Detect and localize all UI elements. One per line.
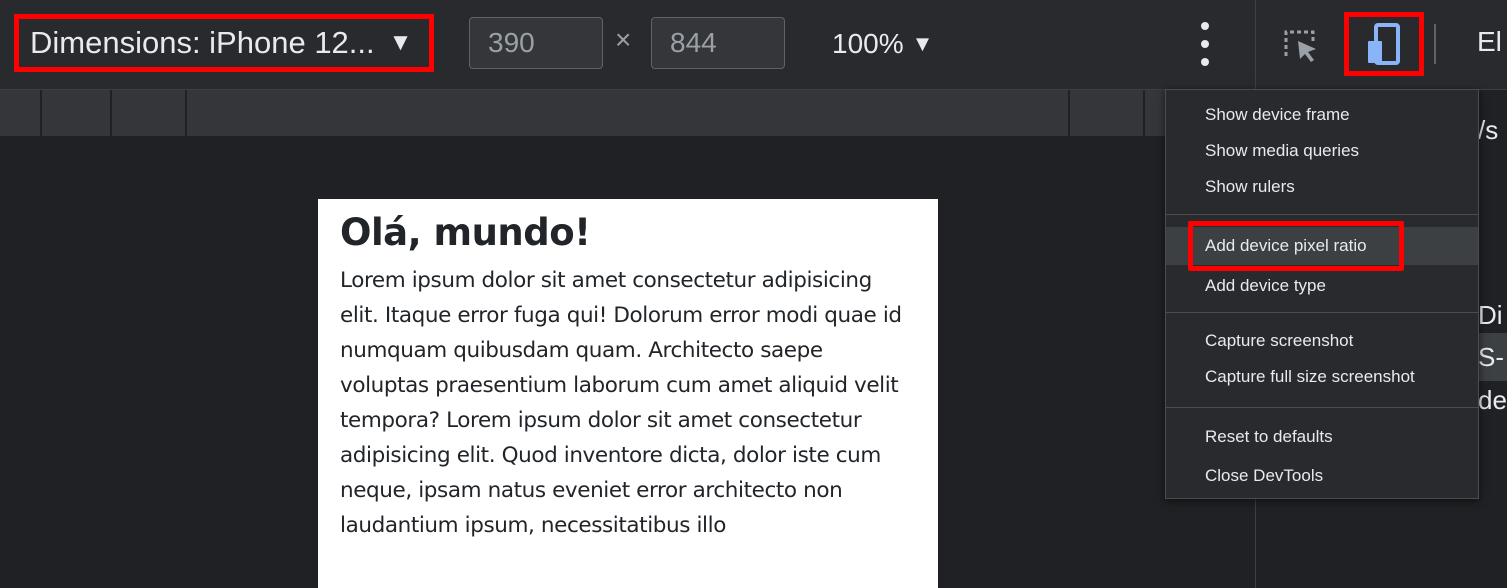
tab-elements[interactable]: El	[1477, 26, 1502, 58]
highlight-box	[1188, 221, 1404, 271]
device-icon	[1368, 23, 1400, 65]
menu-item-reset-to-defaults[interactable]: Reset to defaults	[1166, 418, 1478, 456]
chevron-down-icon: ▼	[911, 31, 934, 56]
height-value: 844	[670, 27, 717, 58]
toolbar-separator	[1434, 24, 1436, 64]
menu-separator	[1166, 407, 1478, 408]
menu-item-show-media-queries[interactable]: Show media queries	[1166, 132, 1478, 170]
side-fragment: S-	[1478, 342, 1504, 372]
device-toolbar: Dimensions: iPhone 12... ▼ 390 × 844 100…	[0, 0, 1507, 90]
width-value: 390	[488, 27, 535, 58]
menu-separator	[1166, 214, 1478, 215]
height-input[interactable]: 844	[651, 17, 785, 69]
chevron-down-icon: ▼	[388, 29, 413, 56]
dimensions-dropdown[interactable]: Dimensions: iPhone 12... ▼	[14, 14, 434, 72]
inspect-element-icon[interactable]	[1281, 26, 1321, 66]
page-paragraph: Lorem ipsum dolor sit amet consectetur a…	[340, 268, 902, 538]
side-fragment: /s	[1478, 115, 1499, 145]
zoom-dropdown[interactable]: 100% ▼	[832, 20, 933, 68]
menu-separator	[1166, 312, 1478, 313]
emulated-page: Olá, mundo! Lorem ipsum dolor sit amet c…	[318, 199, 938, 588]
zoom-label: 100%	[832, 28, 904, 59]
page-heading: Olá, mundo!	[340, 211, 591, 254]
dimensions-label: Dimensions: iPhone 12...	[30, 25, 375, 60]
more-options-icon[interactable]	[1195, 22, 1215, 66]
menu-item-capture-full-size-screenshot[interactable]: Capture full size screenshot	[1166, 358, 1478, 396]
menu-item-close-devtools[interactable]: Close DevTools	[1166, 457, 1478, 495]
media-query-ruler	[0, 90, 1255, 136]
toggle-device-toolbar-button[interactable]	[1344, 12, 1424, 76]
width-input[interactable]: 390	[469, 17, 603, 69]
menu-item-show-rulers[interactable]: Show rulers	[1166, 168, 1478, 206]
menu-item-capture-screenshot[interactable]: Capture screenshot	[1166, 322, 1478, 360]
menu-item-show-device-frame[interactable]: Show device frame	[1166, 96, 1478, 134]
more-options-menu: Show device frame Show media queries Sho…	[1165, 89, 1479, 499]
side-fragment: de	[1478, 385, 1507, 415]
side-fragment: Di	[1478, 300, 1503, 330]
menu-item-add-device-type[interactable]: Add device type	[1166, 267, 1478, 305]
times-symbol: ×	[615, 24, 632, 55]
